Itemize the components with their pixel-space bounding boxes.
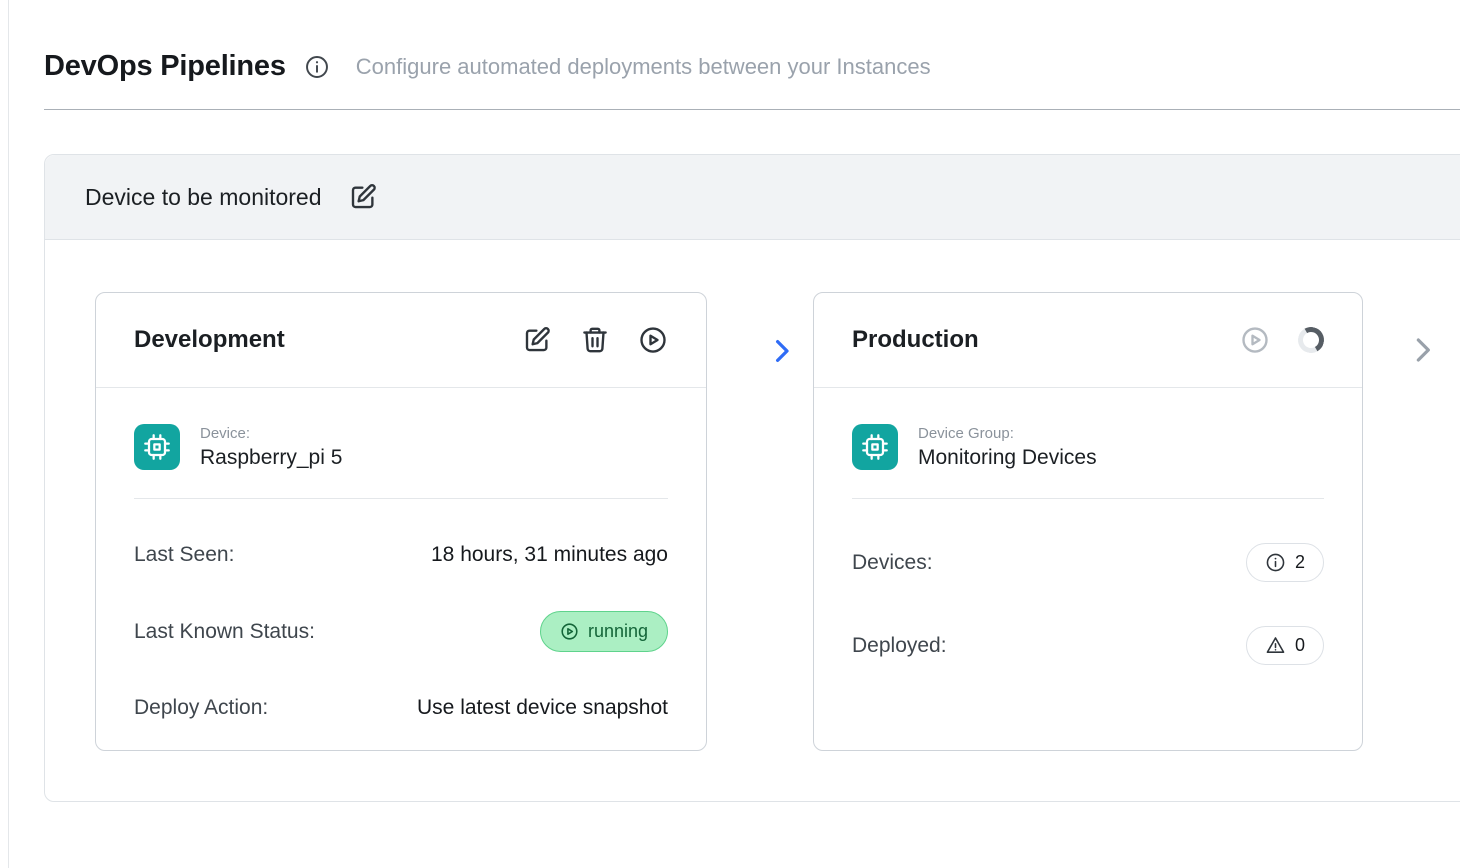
status-badge: running [540,611,668,652]
page-subtitle: Configure automated deployments between … [356,54,931,80]
deploy-action-row: Deploy Action: Use latest device snapsho… [134,696,668,720]
devops-pipelines-page: DevOps Pipelines Configure automated dep… [0,0,1460,802]
development-actions [522,325,668,355]
deploy-action-value: Use latest device snapshot [417,696,668,720]
delete-stage-icon[interactable] [580,325,610,355]
pipeline-panel-header: Device to be monitored [45,155,1460,240]
deployed-count-pill[interactable]: 0 [1246,626,1324,665]
edit-pipeline-icon[interactable] [348,182,378,212]
pipeline-panel: Device to be monitored Development [44,154,1460,802]
deployed-row: Deployed: 0 [852,626,1324,665]
next-stage-chevron-icon[interactable] [1407,334,1439,366]
deploy-action-label: Deploy Action: [134,696,268,720]
production-actions [1240,325,1324,355]
devices-label: Devices: [852,551,933,575]
device-label: Device: [200,425,342,442]
last-seen-row: Last Seen: 18 hours, 31 minutes ago [134,543,668,567]
deployed-label: Deployed: [852,634,947,658]
card-divider [134,498,668,499]
page-title: DevOps Pipelines [44,50,286,83]
card-divider [852,498,1324,499]
run-stage-icon[interactable] [638,325,668,355]
stage-card-development: Development [95,292,707,751]
device-row: Device: Raspberry_pi 5 [134,424,668,470]
device-group-info: Device Group: Monitoring Devices [918,425,1097,470]
deployed-count: 0 [1295,635,1305,656]
status-badge-label: running [588,621,648,642]
device-name: Raspberry_pi 5 [200,446,342,470]
devices-row: Devices: 2 [852,543,1324,582]
stage-card-production: Production [813,292,1363,751]
page-left-divider [8,0,9,868]
development-stage-title: Development [134,326,285,354]
header-divider [44,109,1460,110]
info-icon[interactable] [304,54,330,80]
device-group-chip-icon [852,424,898,470]
device-group-label: Device Group: [918,425,1097,442]
production-card-body: Device Group: Monitoring Devices Devices… [814,388,1362,750]
pipeline-name: Device to be monitored [85,184,322,211]
devices-count: 2 [1295,552,1305,573]
devices-count-pill[interactable]: 2 [1246,543,1324,582]
production-card-header: Production [814,293,1362,388]
device-chip-icon [134,424,180,470]
device-group-row: Device Group: Monitoring Devices [852,424,1324,470]
pipeline-stages: Development [45,240,1460,801]
device-group-name: Monitoring Devices [918,446,1097,470]
page-header: DevOps Pipelines Configure automated dep… [44,50,1460,83]
device-info: Device: Raspberry_pi 5 [200,425,342,470]
last-known-status-row: Last Known Status: running [134,611,668,652]
run-stage-icon-disabled[interactable] [1240,325,1270,355]
development-card-body: Device: Raspberry_pi 5 Last Seen: 18 hou… [96,388,706,750]
last-seen-value: 18 hours, 31 minutes ago [431,543,668,567]
development-card-header: Development [96,293,706,388]
loading-spinner [1295,324,1327,356]
edit-stage-icon[interactable] [522,325,552,355]
pipeline-flow-arrow-icon[interactable] [767,336,797,366]
production-stage-title: Production [852,326,979,354]
last-seen-label: Last Seen: [134,543,234,567]
last-known-status-label: Last Known Status: [134,620,315,644]
